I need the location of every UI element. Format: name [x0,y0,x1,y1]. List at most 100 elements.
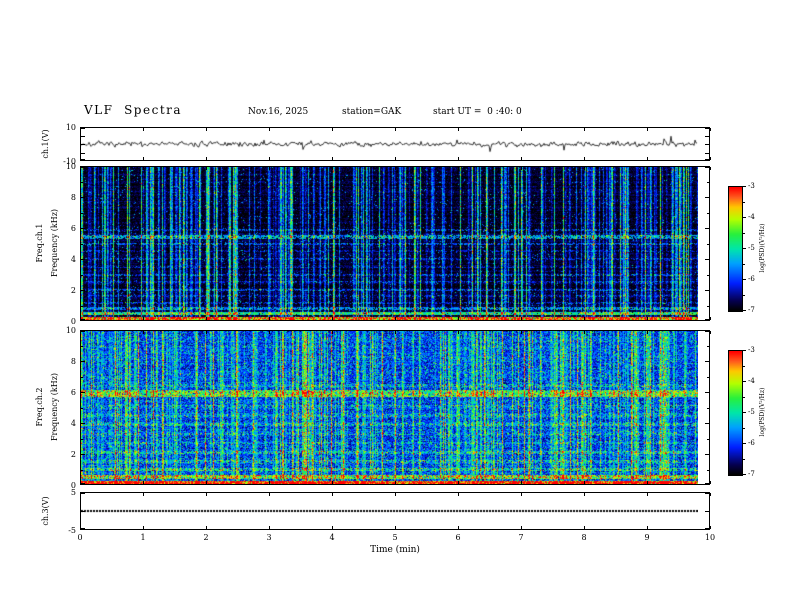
tick-mark [332,526,333,529]
tick-mark [743,248,746,249]
tick-mark [81,438,83,440]
tick-mark [332,317,333,320]
figure-title: VLF Spectra [84,103,183,117]
tick-mark [81,243,83,245]
tick-mark [705,493,709,494]
x-tick-label: 7 [518,533,524,542]
tick-mark [458,317,459,320]
tick-mark [707,212,709,214]
tick-mark [647,157,648,160]
tick-mark [705,290,709,291]
tick-mark [81,212,83,214]
tick-mark [705,259,709,260]
tick-mark [143,526,144,529]
tick-mark [743,350,746,351]
x-tick-label: 4 [329,533,335,542]
tick-mark [705,361,709,362]
tick-mark [710,128,711,131]
tick-mark [395,167,396,170]
y-tick-label: 2 [70,450,76,459]
tick-mark [521,157,522,160]
y-tick-label: 6 [70,388,76,397]
tick-mark [710,526,711,529]
y-tick-label: 8 [70,357,76,366]
ch1-spectrogram-canvas [81,167,698,320]
colorbar-tick-label: -3 [748,182,755,190]
tick-mark [81,361,85,362]
tick-mark [81,259,85,260]
tick-mark [707,376,709,378]
ch2-freq-channel-label: Freq.ch.2 [35,387,44,427]
tick-mark [81,290,85,291]
tick-mark [206,157,207,160]
colorbar-tick-label: -7 [748,470,755,478]
ch1-colorbar-label: log(PSD)(V²/Hz) [759,223,766,273]
tick-mark [743,294,745,296]
ch1-colorbar [728,186,743,312]
tick-mark [705,197,709,198]
colorbar-tick-label: -4 [748,213,755,221]
tick-mark [81,493,85,494]
tick-mark [647,128,648,131]
colorbar-tick-label: -5 [748,244,755,252]
tick-mark [743,263,745,265]
x-tick-label: 1 [140,533,146,542]
ch2-colorbar [728,350,743,476]
x-tick-label: 10 [704,533,716,542]
tick-mark [81,392,85,393]
tick-mark [707,305,709,307]
tick-mark [743,474,746,475]
ch1-waveform-panel [80,127,710,161]
tick-mark [269,128,270,131]
y-tick-label: 4 [70,419,76,428]
tick-mark [705,423,709,424]
ch1-waveform-canvas [81,128,698,160]
tick-mark [743,201,745,203]
x-tick-label: 8 [581,533,587,542]
tick-mark [743,443,746,444]
tick-mark [705,511,709,512]
station-label: station=GAK [342,107,402,117]
tick-mark [521,331,522,334]
tick-mark [81,331,85,332]
tick-mark [143,128,144,131]
date-label: Nov.16, 2025 [248,107,309,117]
tick-mark [143,317,144,320]
tick-mark [743,232,745,234]
tick-mark [81,167,85,168]
tick-mark [81,159,85,160]
tick-mark [269,493,270,496]
ch2-spectrogram-canvas [81,331,698,484]
tick-mark [458,331,459,334]
y-tick-label: 2 [70,286,76,295]
tick-mark [81,319,85,320]
tick-mark [705,483,709,484]
x-tick-label: 2 [203,533,209,542]
y-tick-label: 0 [70,317,76,326]
tick-mark [81,152,85,154]
tick-mark [521,128,522,131]
tick-mark [81,197,85,198]
tick-mark [81,181,83,183]
tick-mark [395,157,396,160]
tick-mark [269,317,270,320]
tick-mark [395,493,396,496]
tick-mark [81,345,83,347]
tick-mark [206,493,207,496]
tick-mark [584,157,585,160]
y-tick-label: 10 [65,162,76,171]
tick-mark [705,144,709,145]
tick-mark [705,167,709,168]
tick-mark [521,167,522,170]
tick-mark [743,310,746,311]
tick-mark [206,128,207,131]
colorbar-tick-label: -6 [748,439,755,447]
tick-mark [395,526,396,529]
tick-mark [395,481,396,484]
tick-mark [143,331,144,334]
tick-mark [332,481,333,484]
tick-mark [584,331,585,334]
tick-mark [332,128,333,131]
tick-mark [81,469,83,471]
tick-mark [521,493,522,496]
